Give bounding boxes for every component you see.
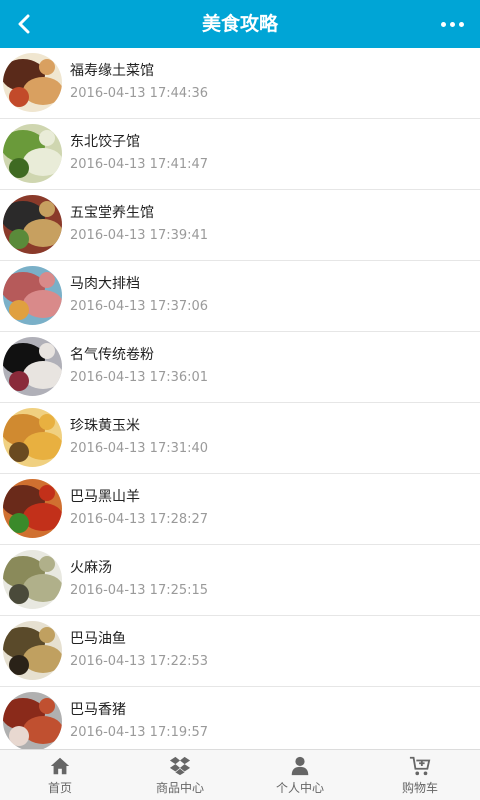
food-guide-list: 福寿缘土菜馆 2016-04-13 17:44:36 东北饺子馆 2016-04… [0, 48, 480, 750]
tab-cart[interactable]: 购物车 [360, 750, 480, 800]
more-dot-icon [449, 21, 455, 27]
item-name: 巴马黑山羊 [70, 489, 140, 505]
item-time: 2016-04-13 17:22:53 [70, 654, 209, 669]
food-thumbnail [3, 337, 62, 396]
page-title: 美食攻略 [201, 13, 278, 35]
list-item[interactable]: 巴马黑山羊 2016-04-13 17:28:27 [0, 474, 480, 545]
item-time: 2016-04-13 17:28:27 [70, 512, 209, 527]
food-thumbnail [3, 124, 62, 183]
food-thumbnail [3, 692, 62, 750]
more-button[interactable] [432, 8, 472, 40]
tab-label: 购物车 [401, 780, 438, 795]
tab-home[interactable]: 首页 [0, 750, 120, 800]
item-time: 2016-04-13 17:25:15 [70, 583, 209, 598]
food-thumbnail [3, 621, 62, 680]
item-time: 2016-04-13 17:19:57 [70, 725, 209, 740]
item-name: 马肉大排档 [70, 276, 140, 292]
item-time: 2016-04-13 17:37:06 [70, 299, 209, 314]
item-name: 名气传统卷粉 [70, 347, 154, 363]
item-name: 五宝堂养生馆 [70, 205, 154, 221]
item-name: 福寿缘土菜馆 [70, 63, 154, 79]
item-name: 巴马油鱼 [70, 631, 126, 647]
item-time: 2016-04-13 17:39:41 [70, 228, 209, 243]
dropbox-icon [169, 756, 191, 775]
food-thumbnail [3, 266, 62, 325]
item-time: 2016-04-13 17:41:47 [70, 157, 209, 172]
list-item[interactable]: 火麻汤 2016-04-13 17:25:15 [0, 545, 480, 616]
home-icon [50, 757, 70, 774]
list-item[interactable]: 福寿缘土菜馆 2016-04-13 17:44:36 [0, 48, 480, 119]
item-time: 2016-04-13 17:31:40 [70, 441, 209, 456]
bottom-tabbar: 首页 商品中心 个人中心 购物车 [0, 749, 480, 800]
list-item[interactable]: 马肉大排档 2016-04-13 17:37:06 [0, 261, 480, 332]
food-thumbnail [3, 195, 62, 254]
user-icon [291, 756, 309, 775]
list-item[interactable]: 东北饺子馆 2016-04-13 17:41:47 [0, 119, 480, 190]
item-name: 东北饺子馆 [70, 134, 140, 150]
more-dot-icon [458, 21, 464, 27]
item-name: 火麻汤 [70, 560, 112, 576]
list-item[interactable]: 珍珠黄玉米 2016-04-13 17:31:40 [0, 403, 480, 474]
list-item[interactable]: 巴马油鱼 2016-04-13 17:22:53 [0, 616, 480, 687]
item-name: 巴马香猪 [70, 702, 126, 718]
food-thumbnail [3, 479, 62, 538]
list-item[interactable]: 五宝堂养生馆 2016-04-13 17:39:41 [0, 190, 480, 261]
cart-icon [409, 756, 431, 775]
item-time: 2016-04-13 17:44:36 [70, 86, 209, 101]
app-header: 美食攻略 [0, 0, 480, 48]
food-thumbnail [3, 53, 62, 112]
tab-label: 商品中心 [155, 780, 204, 795]
tab-products[interactable]: 商品中心 [120, 750, 240, 800]
item-name: 珍珠黄玉米 [70, 418, 140, 434]
tab-profile[interactable]: 个人中心 [240, 750, 360, 800]
list-item[interactable]: 巴马香猪 2016-04-13 17:19:57 [0, 687, 480, 750]
more-dot-icon [440, 21, 446, 27]
food-thumbnail [3, 550, 62, 609]
tab-label: 个人中心 [275, 780, 324, 795]
list-item[interactable]: 名气传统卷粉 2016-04-13 17:36:01 [0, 332, 480, 403]
food-thumbnail [3, 408, 62, 467]
tab-label: 首页 [47, 780, 72, 795]
item-time: 2016-04-13 17:36:01 [70, 370, 209, 385]
